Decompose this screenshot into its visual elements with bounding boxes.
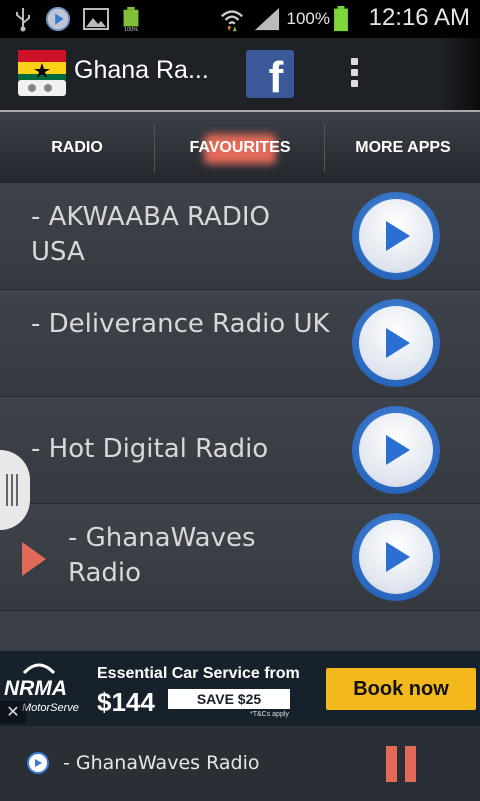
station-row[interactable]: - AKWAABA RADIO USA [0,183,480,290]
station-name: - GhanaWaves Radio [68,523,256,588]
ad-price: $144 [97,687,155,717]
station-list: - AKWAABA RADIO USA - Deliverance Radio … [0,183,480,651]
pause-button[interactable] [386,746,416,782]
battery-icon [334,6,348,32]
now-playing-bar: - GhanaWaves Radio [0,725,480,801]
battery-small-icon: 100% [123,6,139,32]
play-button[interactable] [352,192,440,280]
action-bar: Ghana Ra... f [0,38,480,110]
picture-icon [83,8,109,30]
play-icon [386,328,410,358]
tab-divider [154,124,155,172]
play-button[interactable] [352,299,440,387]
ad-book-now-button[interactable]: Book now [326,668,476,710]
ad-banner[interactable]: NRMA MotorServe Essential Car Service fr… [0,651,480,725]
svg-text:100%: 100% [124,27,138,32]
status-bar: 100% 100% 12:16 AM [0,0,480,38]
play-button[interactable] [352,406,440,494]
tab-bar: RADIO FAVOURITES MORE APPS [0,110,480,185]
signal-icon [254,7,280,31]
battery-percent: 100% [286,9,330,28]
wifi-icon [221,10,243,32]
ad-terms: *T&Cs apply [250,711,289,718]
usb-icon [16,8,30,32]
play-circle-icon [45,6,71,32]
overflow-menu-icon[interactable] [344,54,364,94]
nrma-crest-icon [22,663,56,675]
play-icon [386,435,410,465]
station-row[interactable]: - Deliverance Radio UK [0,290,480,397]
station-name: - Hot Digital Radio [31,434,269,464]
tab-favourites[interactable]: FAVOURITES [156,112,324,184]
station-name: - Deliverance Radio UK [31,309,330,339]
ad-save-badge: SAVE $25 [168,689,290,709]
station-row[interactable]: - Hot Digital Radio [0,397,480,504]
ad-headline: Essential Car Service from [97,665,300,682]
tab-more-apps[interactable]: MORE APPS [326,112,480,184]
play-icon [386,221,410,251]
action-bar-edge [440,38,480,110]
now-playing-indicator-icon [22,542,46,576]
tab-divider [324,124,325,172]
tab-more-apps-label: MORE APPS [355,139,451,156]
station-row-playing[interactable]: - GhanaWaves Radio [0,504,480,611]
app-title: Ghana Ra... [74,56,209,84]
tab-radio[interactable]: RADIO [0,112,154,184]
facebook-icon[interactable]: f [246,50,294,98]
play-button[interactable] [352,513,440,601]
now-playing-title: - GhanaWaves Radio [63,752,260,774]
ghana-flag-icon[interactable] [18,50,66,96]
play-icon [386,542,410,572]
station-name: - AKWAABA RADIO USA [31,202,270,267]
tab-radio-label: RADIO [51,139,103,156]
clock: 12:16 AM [368,4,470,31]
facebook-letter: f [268,53,284,98]
tab-favourites-label: FAVOURITES [189,139,291,156]
mini-play-icon[interactable] [27,752,49,774]
ad-close-icon[interactable]: ✕ [0,701,26,723]
